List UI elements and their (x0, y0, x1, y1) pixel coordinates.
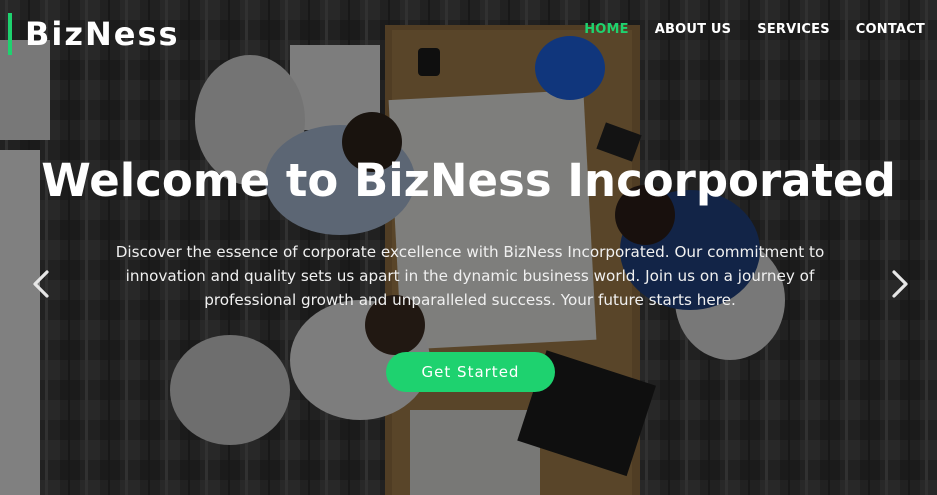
nav-contact-link[interactable]: CONTACT (830, 22, 925, 38)
nav-home-link[interactable]: HOME (558, 22, 629, 38)
carousel-next-button[interactable] (888, 266, 912, 302)
nav-about-link[interactable]: ABOUT US (629, 22, 732, 38)
get-started-button[interactable]: Get Started (386, 352, 555, 392)
hero-title: Welcome to BizNess Incorporated (41, 154, 896, 207)
site-header: BizNess HOME ABOUT US SERVICES CONTACT (0, 0, 937, 66)
chevron-right-icon (892, 270, 908, 298)
carousel-prev-button[interactable] (29, 266, 53, 302)
site-logo[interactable]: BizNess (8, 13, 180, 55)
nav-services-link[interactable]: SERVICES (731, 22, 830, 38)
hero-description: Discover the essence of corporate excell… (115, 243, 825, 309)
hero-section: BizNess HOME ABOUT US SERVICES CONTACT W… (0, 0, 937, 495)
chevron-left-icon (33, 270, 49, 298)
main-nav: HOME ABOUT US SERVICES CONTACT (558, 22, 925, 38)
